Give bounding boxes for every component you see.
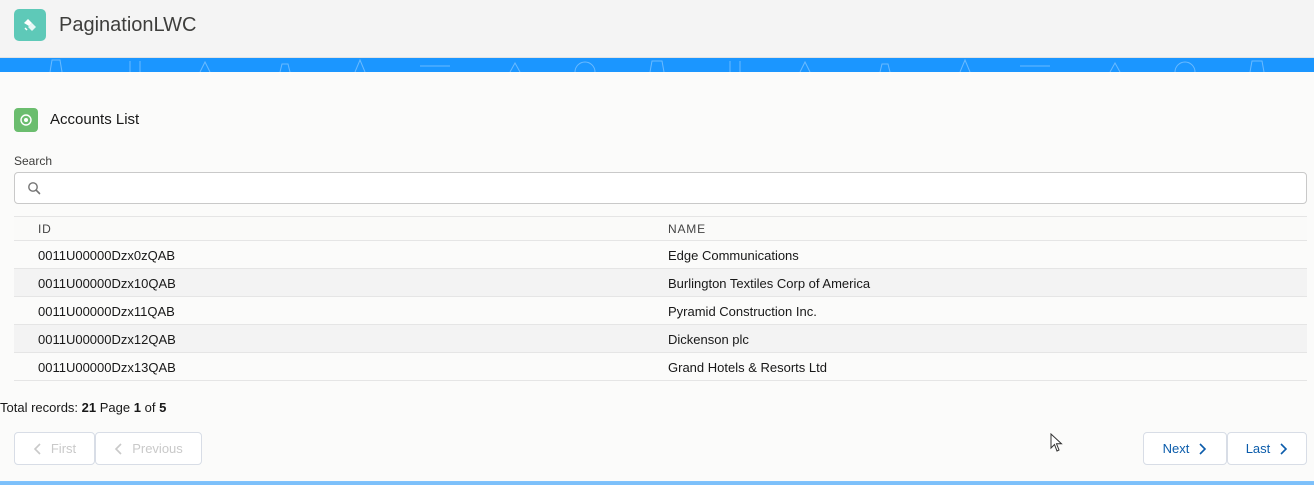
cell-id: 0011U00000Dzx10QAB (38, 276, 176, 291)
cell-name: Edge Communications (668, 248, 799, 263)
current-page: 1 (133, 400, 141, 415)
cell-name: Dickenson plc (668, 332, 749, 347)
search-icon (28, 182, 41, 195)
chevron-right-icon (1280, 442, 1288, 455)
previous-button[interactable]: Previous (95, 432, 202, 465)
page-label: Page (99, 400, 131, 415)
table-row[interactable]: 0011U00000Dzx11QAB Pyramid Construction … (14, 297, 1307, 325)
total-records-label: Total records: (0, 400, 79, 415)
last-button-label: Last (1245, 441, 1271, 456)
table-row[interactable]: 0011U00000Dzx0zQAB Edge Communications (14, 241, 1307, 269)
cell-name: Burlington Textiles Corp of America (668, 276, 871, 291)
search-input[interactable] (51, 174, 1291, 202)
next-button-label: Next (1162, 441, 1190, 456)
app-title: PaginationLWC (59, 14, 197, 36)
card-title: Accounts List (50, 111, 140, 128)
total-records-count: 21 (81, 400, 97, 415)
search-label: Search (14, 154, 53, 168)
table-row[interactable]: 0011U00000Dzx10QAB Burlington Textiles C… (14, 269, 1307, 297)
account-icon (14, 108, 38, 132)
header-banner (0, 58, 1314, 72)
mouse-cursor-icon (1050, 433, 1063, 452)
cell-id: 0011U00000Dzx0zQAB (38, 248, 176, 263)
cell-id: 0011U00000Dzx13QAB (38, 360, 176, 375)
first-button-label: First (50, 441, 77, 456)
next-button[interactable]: Next (1143, 432, 1227, 465)
of-label: of (144, 400, 156, 415)
table-header: ID NAME (14, 216, 1307, 241)
app-launcher-icon[interactable] (14, 9, 46, 41)
last-button[interactable]: Last (1227, 432, 1307, 465)
column-header-id[interactable]: ID (38, 222, 52, 236)
total-pages: 5 (159, 400, 167, 415)
cell-name: Grand Hotels & Resorts Ltd (668, 360, 827, 375)
column-header-name[interactable]: NAME (668, 222, 706, 236)
chevron-left-icon (115, 442, 122, 455)
cell-name: Pyramid Construction Inc. (668, 304, 817, 319)
bottom-border (0, 481, 1314, 485)
accounts-table: ID NAME 0011U00000Dzx0zQAB Edge Communic… (14, 216, 1307, 381)
search-field[interactable] (14, 172, 1307, 204)
cell-id: 0011U00000Dzx12QAB (38, 332, 176, 347)
chevron-right-icon (1199, 442, 1207, 455)
chevron-left-icon (33, 442, 41, 455)
previous-button-label: Previous (132, 441, 183, 456)
first-button[interactable]: First (14, 432, 95, 465)
app-header: PaginationLWC (0, 0, 1314, 58)
cell-id: 0011U00000Dzx11QAB (38, 304, 175, 319)
records-summary: Total records: 21 Page 1 of 5 (0, 400, 166, 415)
table-row[interactable]: 0011U00000Dzx12QAB Dickenson plc (14, 325, 1307, 353)
table-row[interactable]: 0011U00000Dzx13QAB Grand Hotels & Resort… (14, 353, 1307, 381)
